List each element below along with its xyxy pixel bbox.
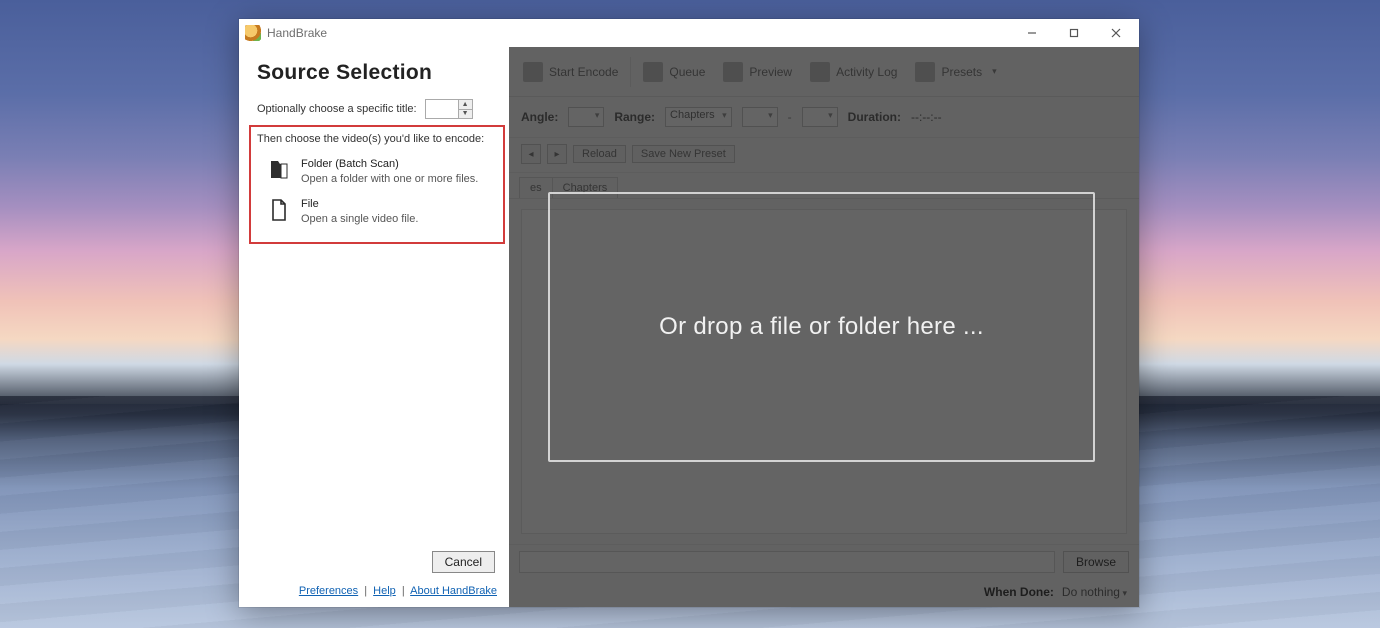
drop-zone-text: Or drop a file or folder here ... — [659, 313, 984, 341]
angle-label: Angle: — [521, 110, 558, 124]
window-title: HandBrake — [267, 26, 327, 40]
start-encode-button[interactable]: Start Encode — [517, 58, 624, 86]
presets-icon — [915, 62, 935, 82]
when-done-label: When Done: — [984, 585, 1054, 599]
app-icon — [245, 25, 261, 41]
folder-icon — [267, 157, 291, 183]
title-spinner-value[interactable] — [426, 100, 458, 118]
preset-actions-row: ◂ ▸ Reload Save New Preset — [509, 138, 1139, 173]
save-new-preset-button[interactable]: Save New Preset — [632, 145, 735, 163]
specific-title-label: Optionally choose a specific title: — [257, 103, 417, 115]
maximize-icon — [1069, 28, 1079, 38]
specific-title-row: Optionally choose a specific title: ▲ ▼ — [257, 99, 497, 119]
source-selection-panel: Source Selection Optionally choose a spe… — [239, 47, 509, 607]
activity-log-button[interactable]: Activity Log — [804, 58, 903, 86]
range-type-select[interactable]: Chapters — [665, 107, 732, 127]
destination-path-input[interactable] — [519, 551, 1055, 573]
preview-label: Preview — [749, 65, 792, 79]
cancel-button[interactable]: Cancel — [432, 551, 495, 573]
open-file-subtitle: Open a single video file. — [301, 212, 418, 227]
open-folder-title: Folder (Batch Scan) — [301, 157, 478, 172]
close-button[interactable] — [1095, 19, 1137, 47]
when-done-select[interactable]: Do nothing — [1062, 585, 1127, 599]
preset-next-button[interactable]: ▸ — [547, 144, 567, 164]
queue-label: Queue — [669, 65, 705, 79]
presets-label: Presets — [941, 65, 982, 79]
activity-log-label: Activity Log — [836, 65, 897, 79]
angle-select[interactable] — [568, 107, 604, 127]
about-link[interactable]: About HandBrake — [410, 585, 497, 597]
help-link[interactable]: Help — [373, 585, 396, 597]
handbrake-window: HandBrake Source Selection Optionally ch… — [239, 19, 1139, 607]
range-end-select[interactable] — [802, 107, 838, 127]
queue-button[interactable]: Queue — [637, 58, 711, 86]
title-spinner[interactable]: ▲ ▼ — [425, 99, 473, 119]
preview-icon — [723, 62, 743, 82]
title-fields-row: Angle: Range: Chapters - Duration: --:--… — [509, 97, 1139, 138]
open-folder-subtitle: Open a folder with one or more files. — [301, 172, 478, 187]
play-icon — [523, 62, 543, 82]
footer-links: Preferences | Help | About HandBrake — [257, 585, 497, 599]
when-done-row: When Done: Do nothing — [509, 579, 1139, 607]
duration-value: --:--:-- — [911, 110, 942, 124]
open-file-title: File — [301, 197, 418, 212]
spinner-up-icon[interactable]: ▲ — [459, 100, 472, 110]
open-file-option[interactable]: File Open a single video file. — [257, 193, 497, 233]
save-row: Browse — [509, 544, 1139, 579]
browse-button[interactable]: Browse — [1063, 551, 1129, 573]
range-start-select[interactable] — [742, 107, 778, 127]
spinner-down-icon[interactable]: ▼ — [459, 110, 472, 119]
drop-zone[interactable]: Or drop a file or folder here ... — [548, 192, 1095, 462]
presets-button[interactable]: Presets — [909, 58, 1002, 86]
open-folder-option[interactable]: Folder (Batch Scan) Open a folder with o… — [257, 153, 497, 193]
close-icon — [1111, 28, 1121, 38]
source-selection-heading: Source Selection — [257, 61, 497, 85]
reload-preset-button[interactable]: Reload — [573, 145, 626, 163]
maximize-button[interactable] — [1053, 19, 1095, 47]
activity-log-icon — [810, 62, 830, 82]
minimize-button[interactable] — [1011, 19, 1053, 47]
titlebar: HandBrake — [239, 19, 1139, 47]
choose-video-instruction: Then choose the video(s) you'd like to e… — [257, 133, 497, 145]
duration-label: Duration: — [848, 110, 901, 124]
start-encode-label: Start Encode — [549, 65, 618, 79]
preset-prev-button[interactable]: ◂ — [521, 144, 541, 164]
range-label: Range: — [614, 110, 655, 124]
preview-button[interactable]: Preview — [717, 58, 798, 86]
file-icon — [267, 197, 291, 223]
preferences-link[interactable]: Preferences — [299, 585, 358, 597]
queue-icon — [643, 62, 663, 82]
main-toolbar: Start Encode Queue Preview Activity Log — [509, 47, 1139, 97]
minimize-icon — [1027, 28, 1037, 38]
source-options-highlight: Then choose the video(s) you'd like to e… — [249, 125, 505, 244]
